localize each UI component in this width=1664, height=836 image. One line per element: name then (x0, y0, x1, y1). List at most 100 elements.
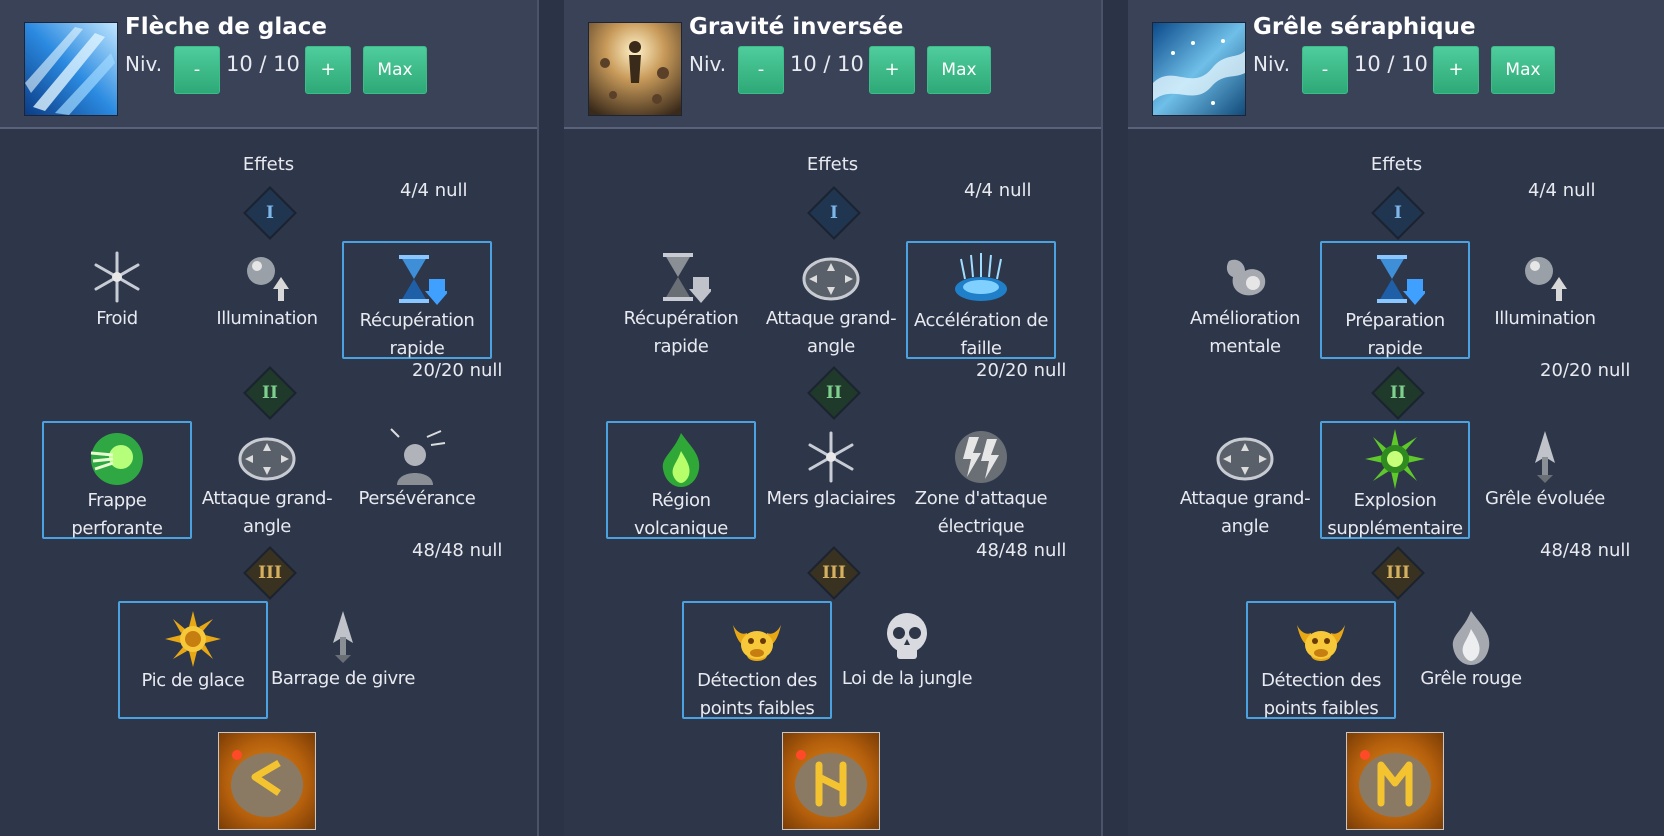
effect-label: Attaque grand-angle (765, 308, 897, 357)
skill-panel: Grêle séraphique Niv. - 10 / 10 + Max Ef… (1128, 0, 1664, 836)
tier-numeral: II (262, 383, 278, 403)
rune-c-icon (218, 732, 316, 830)
effect-node[interactable]: Pic de glace (118, 601, 268, 719)
level-label: Niv. (689, 52, 727, 76)
effect-node[interactable]: Persévérance (342, 421, 492, 539)
effect-node[interactable]: Explosion supplémentaire (1320, 421, 1470, 539)
rift-splash-icon (955, 253, 1007, 301)
effect-label: Frappe perforante (71, 490, 163, 539)
tier-numeral: III (1386, 563, 1410, 583)
effect-node[interactable]: Amélioration mentale (1170, 241, 1320, 359)
skill-title: Grêle séraphique (1253, 14, 1476, 40)
tier-count: 4/4 null (964, 180, 1032, 201)
rune-m-icon (1346, 732, 1444, 830)
snowflake-icon (94, 251, 140, 303)
tier-numeral: II (826, 383, 842, 403)
level-value: 10 / 10 (1354, 52, 1428, 76)
effect-node[interactable]: Attaque grand-angle (756, 241, 906, 359)
effect-node[interactable]: Grêle évoluée (1470, 421, 1620, 539)
effect-label: Illumination (1494, 308, 1596, 329)
tier-numeral: III (258, 563, 282, 583)
skill-title: Flèche de glace (125, 14, 327, 40)
arrowhead-icon (1535, 431, 1555, 483)
effect-node[interactable]: Accélération de faille (906, 241, 1056, 359)
tier-diamond: III (807, 546, 861, 600)
tier-diamond: I (243, 186, 297, 240)
bull-mask-icon (1297, 625, 1345, 661)
rune-h-icon (782, 732, 880, 830)
effect-node[interactable]: Zone d'attaque électrique (906, 421, 1056, 539)
effect-node[interactable]: Froid (42, 241, 192, 359)
effect-label: Région volcanique (634, 490, 728, 539)
effect-node[interactable]: Mers glaciaires (756, 421, 906, 539)
effect-node[interactable]: Récupération rapide (342, 241, 492, 359)
skill-panel: Gravité inversée Niv. - 10 / 10 + Max Ef… (564, 0, 1103, 836)
decrease-level-button[interactable]: - (174, 46, 220, 94)
effect-node[interactable]: Illumination (192, 241, 342, 359)
increase-level-button[interactable]: + (1433, 46, 1479, 94)
effect-label: Attaque grand-angle (201, 488, 333, 537)
effect-node[interactable]: Frappe perforante (42, 421, 192, 539)
effect-node[interactable]: Loi de la jungle (832, 601, 982, 719)
effect-node[interactable]: Récupération rapide (606, 241, 756, 359)
increase-level-button[interactable]: + (305, 46, 351, 94)
seraphic-hail-skill-icon (1152, 22, 1246, 116)
wide-angle-icon (1216, 437, 1274, 481)
skill-panel: Flèche de glace Niv. - 10 / 10 + Max Eff… (0, 0, 539, 836)
tier-diamond: II (243, 366, 297, 420)
effect-label: Illumination (216, 308, 318, 329)
skull-icon (887, 613, 927, 659)
flame-icon (1452, 611, 1490, 665)
effect-node[interactable]: Préparation rapide (1320, 241, 1470, 359)
effect-node[interactable]: Détection des points faibles (682, 601, 832, 719)
effect-node[interactable]: Attaque grand-angle (1170, 421, 1320, 539)
effect-node[interactable]: Illumination (1470, 241, 1620, 359)
effect-node[interactable]: Attaque grand-angle (192, 421, 342, 539)
effect-label: Pic de glace (141, 670, 245, 691)
effect-label: Accélération de faille (913, 310, 1049, 359)
piercing-orb-icon (90, 433, 143, 485)
effect-label: Persévérance (358, 488, 476, 509)
effect-node[interactable]: Barrage de givre (268, 601, 418, 719)
hourglass-down-icon (1377, 255, 1425, 305)
max-level-button[interactable]: Max (1491, 46, 1555, 94)
effect-node[interactable]: Grêle rouge (1396, 601, 1546, 719)
tier-count: 48/48 null (1540, 540, 1631, 561)
effect-node[interactable]: Région volcanique (606, 421, 756, 539)
effect-label: Loi de la jungle (841, 668, 973, 689)
skill-title: Gravité inversée (689, 14, 904, 40)
skill-header: Gravité inversée Niv. - 10 / 10 + Max (564, 0, 1101, 129)
decrease-level-button[interactable]: - (738, 46, 784, 94)
mental-icon (1226, 259, 1266, 296)
tier-numeral: I (266, 203, 274, 223)
tier-count: 4/4 null (400, 180, 468, 201)
sun-icon (165, 611, 221, 667)
max-level-button[interactable]: Max (927, 46, 991, 94)
effect-label: Détection des points faibles (1261, 670, 1381, 719)
effect-label: Explosion supplémentaire (1327, 490, 1463, 539)
effect-label: Préparation rapide (1345, 310, 1445, 359)
burst-icon (1365, 429, 1425, 489)
skill-header: Grêle séraphique Niv. - 10 / 10 + Max (1128, 0, 1664, 129)
effect-node[interactable]: Détection des points faibles (1246, 601, 1396, 719)
hourglass-down-icon (399, 255, 447, 305)
wide-angle-icon (802, 257, 860, 301)
orb-up-icon (247, 257, 289, 301)
tier-diamond: III (1371, 546, 1425, 600)
effects-label: Effets (1370, 154, 1423, 175)
decrease-level-button[interactable]: - (1302, 46, 1348, 94)
effect-label: Barrage de givre (270, 668, 416, 689)
tier-numeral: I (1394, 203, 1402, 223)
tier-count: 20/20 null (976, 360, 1067, 381)
bull-mask-icon (733, 625, 781, 661)
head-lightning-icon (390, 428, 446, 485)
effect-label: Grêle évoluée (1485, 488, 1605, 509)
level-label: Niv. (125, 52, 163, 76)
green-flame-icon (662, 433, 700, 487)
increase-level-button[interactable]: + (869, 46, 915, 94)
wide-angle-icon (238, 437, 296, 481)
ice-arrow-skill-icon (24, 22, 118, 116)
skill-header: Flèche de glace Niv. - 10 / 10 + Max (0, 0, 537, 129)
tier-diamond: III (243, 546, 297, 600)
max-level-button[interactable]: Max (363, 46, 427, 94)
